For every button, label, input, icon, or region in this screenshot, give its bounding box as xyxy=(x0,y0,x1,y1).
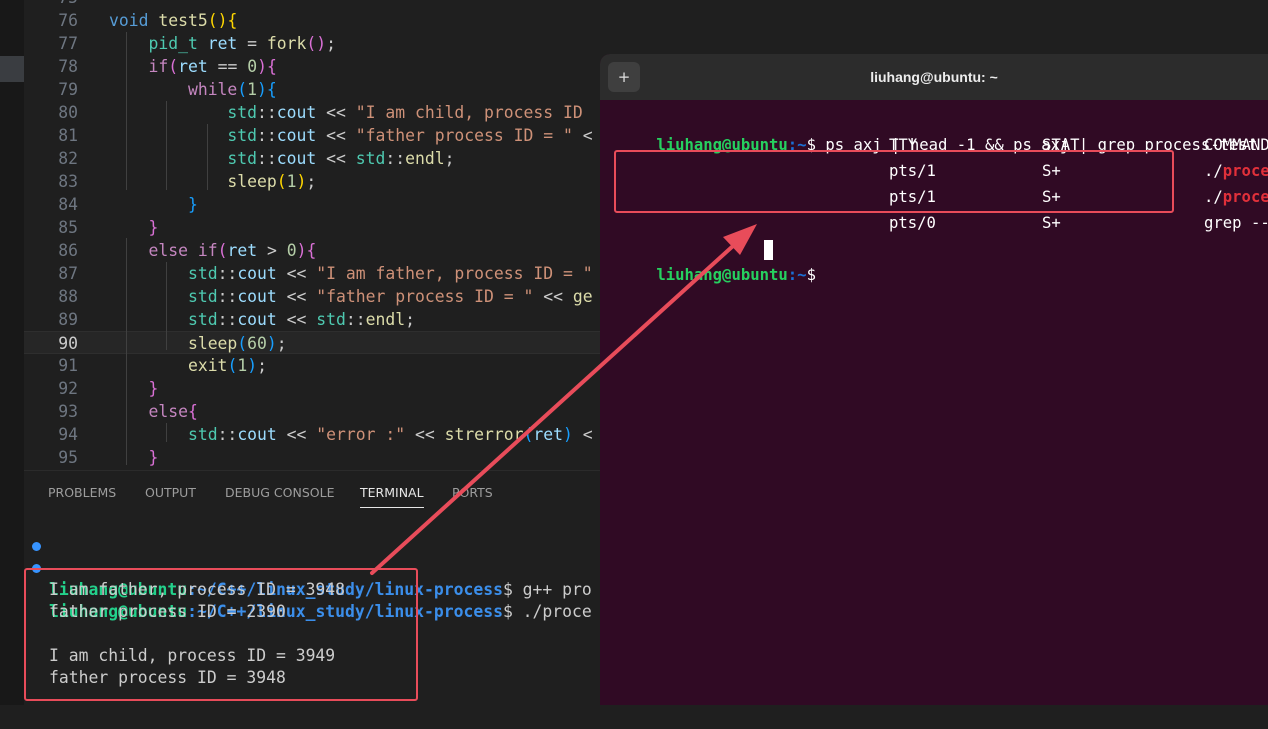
prompt-line: liuhang@ubuntu:~$ xyxy=(600,236,825,284)
code-text: std::cout << std::endl; xyxy=(227,149,455,168)
code-line[interactable]: 77 pid_t ret = fork(); xyxy=(24,32,624,55)
highlight-box-ps-rows xyxy=(614,150,1174,213)
line-number: 89 xyxy=(58,310,78,329)
code-line[interactable]: 89 std::cout << std::endl; xyxy=(24,308,624,331)
ps-cell: S+ xyxy=(1042,214,1061,232)
code-line[interactable]: 76 void test5(){ xyxy=(24,9,624,32)
indent-guide xyxy=(166,262,167,350)
ps-cell: pts/0 xyxy=(889,214,936,232)
indent-guide xyxy=(166,423,167,442)
code-text: std::cout << "father process ID = " << g… xyxy=(187,287,593,306)
code-text: else if(ret > 0){ xyxy=(148,241,317,260)
code-text: if(ret == 0){ xyxy=(148,57,277,76)
line-number: 87 xyxy=(58,264,78,283)
highlight-box-output xyxy=(24,568,418,701)
line-number: 85 xyxy=(58,218,78,237)
code-text: while(1){ xyxy=(187,80,277,99)
line-number: 80 xyxy=(58,103,78,122)
code-line[interactable]: 85 } xyxy=(24,216,624,239)
line-number: 79 xyxy=(58,80,78,99)
line-number: 78 xyxy=(58,57,78,76)
command-line: liuhang@ubuntu:~$ ps axj | head -1 && ps… xyxy=(656,136,1258,154)
code-text: exit(1); xyxy=(187,356,267,375)
line-number: 86 xyxy=(58,241,78,260)
code-line[interactable]: 91 exit(1); xyxy=(24,354,624,377)
activity-bar-selected-item[interactable] xyxy=(0,56,24,82)
line-number: 90 xyxy=(58,334,78,353)
indent-guide xyxy=(126,32,127,190)
code-line[interactable]: 80 std::cout << "I am child, process ID xyxy=(24,101,624,124)
new-tab-button[interactable]: + xyxy=(608,62,640,92)
activity-bar xyxy=(0,0,24,705)
command-status-icon[interactable] xyxy=(32,542,41,551)
code-line[interactable]: 75 xyxy=(24,0,624,9)
line-number: 88 xyxy=(58,287,78,306)
code-text: else{ xyxy=(148,402,198,421)
indent-guide xyxy=(166,101,167,190)
code-text: } xyxy=(148,379,159,398)
tab-ports[interactable]: PORTS xyxy=(452,485,493,507)
code-line[interactable]: 81 std::cout << "father process ID = " < xyxy=(24,124,624,147)
tab-terminal[interactable]: TERMINAL xyxy=(360,485,424,508)
ps-header-cell: COMMAND xyxy=(1204,136,1268,154)
line-number: 92 xyxy=(58,379,78,398)
code-text: std::cout << "error :" << strerror(ret) … xyxy=(187,425,593,444)
code-line[interactable]: 83 sleep(1); xyxy=(24,170,624,193)
code-text: } xyxy=(187,195,198,214)
code-line[interactable]: 95 } xyxy=(24,446,624,469)
ps-cell: ./proce xyxy=(1204,162,1268,180)
code-line[interactable]: 93 else{ xyxy=(24,400,624,423)
code-text: std::cout << "father process ID = " < xyxy=(227,126,593,145)
tab-problems[interactable]: PROBLEMS xyxy=(48,485,116,507)
code-line[interactable]: 82 std::cout << std::endl; xyxy=(24,147,624,170)
code-line[interactable]: 88 std::cout << "father process ID = " <… xyxy=(24,285,624,308)
terminal-command-line: liuhang@ubuntu:~/C++/linux_study/linux-p… xyxy=(24,535,592,599)
indent-guide xyxy=(126,238,127,465)
code-line[interactable]: 92 } xyxy=(24,377,624,400)
code-text: } xyxy=(148,448,159,467)
line-number: 77 xyxy=(58,34,78,53)
line-number: 83 xyxy=(58,172,78,191)
code-text: std::cout << "I am father, process ID = … xyxy=(187,264,593,283)
text-cursor xyxy=(764,240,773,260)
line-number: 94 xyxy=(58,425,78,444)
code-line[interactable]: 78 if(ret == 0){ xyxy=(24,55,624,78)
code-line[interactable]: 79 while(1){ xyxy=(24,78,624,101)
tab-debug-console[interactable]: DEBUG CONSOLE xyxy=(225,485,334,507)
code-text: sleep(60); xyxy=(187,334,287,353)
ps-cell: grep -- xyxy=(1204,214,1268,232)
code-text: pid_t ret = fork(); xyxy=(148,34,337,53)
line-number: 91 xyxy=(58,356,78,375)
code-line[interactable]: 94 std::cout << "error :" << strerror(re… xyxy=(24,423,624,446)
terminal-title-bar: liuhang@ubuntu: ~ + xyxy=(600,54,1268,100)
code-line[interactable]: 87 std::cout << "I am father, process ID… xyxy=(24,262,624,285)
new-tab-icon: + xyxy=(617,68,631,86)
window-title: liuhang@ubuntu: ~ xyxy=(870,69,998,85)
line-number: 84 xyxy=(58,195,78,214)
code-text: std::cout << "I am child, process ID xyxy=(227,103,593,122)
code-text: void test5(){ xyxy=(109,11,238,30)
line-number: 75 xyxy=(24,0,78,9)
code-editor[interactable]: 7576void test5(){77 pid_t ret = fork();7… xyxy=(24,0,624,470)
tab-output[interactable]: OUTPUT xyxy=(145,485,196,507)
code-text: } xyxy=(148,218,159,237)
line-number: 81 xyxy=(58,126,78,145)
line-number: 95 xyxy=(58,448,78,467)
code-text: sleep(1); xyxy=(227,172,317,191)
code-line[interactable]: 86 else if(ret > 0){ xyxy=(24,239,624,262)
line-number: 82 xyxy=(58,149,78,168)
code-line[interactable]: 90 sleep(60); xyxy=(24,331,624,354)
ps-cell: ./proce xyxy=(1204,188,1268,206)
code-text: std::cout << std::endl; xyxy=(187,310,415,329)
indent-guide xyxy=(207,124,208,190)
code-line[interactable]: 84 } xyxy=(24,193,624,216)
line-number: 76 xyxy=(58,11,78,30)
line-number: 93 xyxy=(58,402,78,421)
